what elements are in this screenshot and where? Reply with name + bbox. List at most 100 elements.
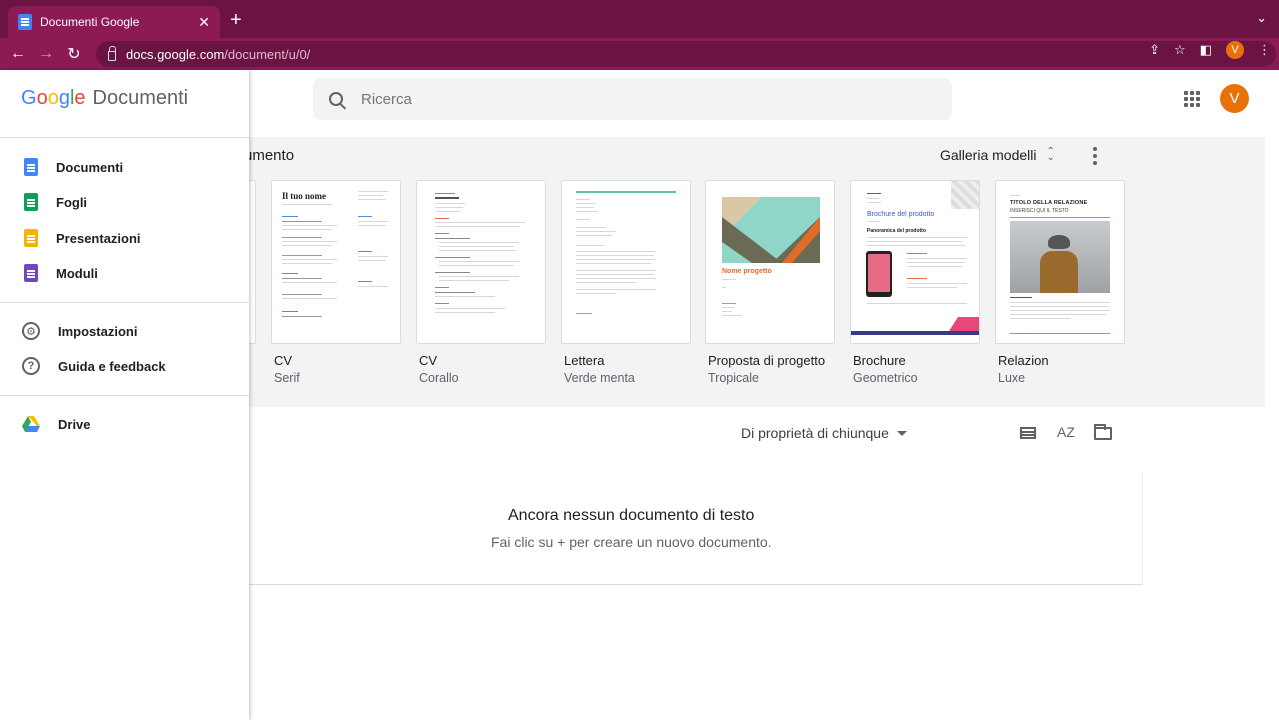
- chrome-menu-icon[interactable]: ⋮: [1258, 42, 1271, 58]
- reload-icon[interactable]: ↻: [60, 40, 88, 68]
- product-name: Documenti: [92, 87, 189, 109]
- address-bar[interactable]: docs.google.com/document/u/0/: [96, 41, 1276, 67]
- template-thumbnail: [416, 180, 546, 344]
- gear-icon: ⚙: [22, 322, 40, 340]
- template-lettera[interactable]: Lettera Verde menta: [561, 180, 691, 385]
- thumb-report-sub: INSERISCI QUI IL TESTO: [1010, 208, 1069, 214]
- drawer-item-label: Moduli: [56, 265, 98, 281]
- template-name: Brochure: [853, 353, 906, 368]
- template-name: CV: [419, 353, 438, 368]
- drawer-item-label: Drive: [58, 416, 91, 432]
- template-cv-serif[interactable]: Il tuo nome CV Serif: [271, 180, 401, 385]
- toolbar-actions: ⇪ ☆ ◧ V ⋮: [1149, 41, 1271, 59]
- google-apps-icon[interactable]: [1184, 91, 1200, 107]
- gallery-label: Galleria modelli: [940, 147, 1037, 163]
- browser-toolbar: ← → ↻ docs.google.com/document/u/0/ ⇪ ☆ …: [0, 38, 1279, 70]
- thumb-brochure-title: Brochure del prodotto: [867, 211, 935, 218]
- template-style: Tropicale: [708, 371, 759, 385]
- tab-search-chevron-icon[interactable]: ⌄: [1256, 10, 1267, 26]
- browser-tab[interactable]: Documenti Google ✕: [8, 6, 220, 38]
- thumb-name-text: Il tuo nome: [282, 191, 327, 201]
- dropdown-caret-icon: [896, 430, 907, 436]
- template-style: Geometrico: [853, 371, 918, 385]
- new-tab-icon[interactable]: +: [230, 8, 242, 32]
- sheets-app-icon: [24, 193, 38, 211]
- thumb-report-title: TITOLO DELLA RELAZIONE: [1010, 200, 1088, 206]
- thumb-tropical-art: [722, 197, 820, 263]
- drawer-divider: [0, 302, 249, 303]
- lock-icon[interactable]: [108, 46, 116, 61]
- drawer-item-label: Documenti: [56, 159, 124, 175]
- docs-app-icon: [24, 158, 38, 176]
- account-avatar[interactable]: V: [1220, 84, 1249, 113]
- template-thumbnail: Nome progetto: [705, 180, 835, 344]
- more-options-icon[interactable]: [1093, 147, 1097, 165]
- search-input[interactable]: [361, 90, 921, 108]
- url-host: docs.google.com: [126, 46, 225, 62]
- share-icon[interactable]: ⇪: [1149, 42, 1160, 58]
- template-style: Corallo: [419, 371, 459, 385]
- template-proposta[interactable]: Nome progetto Proposta di progetto Tropi…: [705, 180, 835, 385]
- search-bar[interactable]: [313, 78, 952, 120]
- drawer-item-drive[interactable]: Drive: [0, 407, 249, 441]
- unfold-icon: ⌃ ⌄: [1046, 146, 1055, 163]
- chrome-profile-avatar[interactable]: V: [1226, 41, 1244, 59]
- template-cv-corallo[interactable]: CV Corallo: [416, 180, 546, 385]
- drawer-divider: [0, 137, 249, 138]
- drawer-item-label: Impostazioni: [58, 323, 138, 339]
- empty-state-subtitle: Fai clic su + per creare un nuovo docume…: [491, 534, 772, 550]
- template-gallery-button[interactable]: Galleria modelli ⌃ ⌄: [940, 146, 1055, 164]
- template-brochure[interactable]: Brochure del prodotto Panoramica del pro…: [850, 180, 980, 385]
- template-style: Serif: [274, 371, 300, 385]
- drawer-divider: [0, 395, 249, 396]
- google-docs-logo[interactable]: Google Documenti: [21, 87, 188, 110]
- thumb-phone: [866, 251, 892, 297]
- tab-title: Documenti Google: [40, 15, 140, 29]
- drawer-item-fogli[interactable]: Fogli: [0, 185, 249, 219]
- forward-icon[interactable]: →: [32, 40, 60, 68]
- template-name: Lettera: [564, 353, 605, 368]
- template-name: Relazion: [998, 353, 1049, 368]
- template-relazione[interactable]: TITOLO DELLA RELAZIONE INSERISCI QUI IL …: [995, 180, 1125, 385]
- template-style: Luxe: [998, 371, 1026, 385]
- drawer-item-impostazioni[interactable]: ⚙ Impostazioni: [0, 314, 249, 348]
- search-icon[interactable]: [329, 92, 343, 106]
- templates-heading: umento: [244, 147, 295, 164]
- sort-az-icon[interactable]: AZ: [1057, 424, 1075, 440]
- owner-filter-dropdown[interactable]: Di proprietà di chiunque: [741, 425, 907, 441]
- drive-icon: [22, 416, 40, 432]
- empty-state-title: Ancora nessun documento di testo: [508, 507, 755, 524]
- template-name: CV: [274, 353, 293, 368]
- drawer-item-moduli[interactable]: Moduli: [0, 256, 249, 290]
- template-style: Verde menta: [564, 371, 635, 385]
- template-thumbnail: Brochure del prodotto Panoramica del pro…: [850, 180, 980, 344]
- template-thumbnail: Il tuo nome: [271, 180, 401, 344]
- template-thumbnail: [561, 180, 691, 344]
- navigation-drawer: Google Documenti Documenti Fogli Present…: [0, 70, 249, 720]
- bookmark-star-icon[interactable]: ☆: [1174, 42, 1186, 58]
- thumb-geometric-corner: [951, 181, 979, 209]
- browser-tab-bar: Documenti Google ✕ + ⌄: [0, 0, 1279, 38]
- docs-favicon-icon: [18, 14, 32, 30]
- drawer-item-label: Fogli: [56, 194, 88, 210]
- url-path: /document/u/0/: [224, 46, 311, 62]
- folder-picker-icon[interactable]: [1094, 424, 1112, 440]
- thumb-report-photo: [1010, 221, 1110, 293]
- thumb-brochure-sub: Panoramica del prodotto: [867, 228, 926, 234]
- template-name: Proposta di progetto: [708, 353, 826, 368]
- drawer-item-documenti[interactable]: Documenti: [0, 150, 249, 184]
- list-view-icon[interactable]: [1020, 427, 1036, 439]
- slides-app-icon: [24, 229, 38, 247]
- drawer-item-presentazioni[interactable]: Presentazioni: [0, 221, 249, 255]
- help-icon: ?: [22, 357, 40, 375]
- template-thumbnail: TITOLO DELLA RELAZIONE INSERISCI QUI IL …: [995, 180, 1125, 344]
- side-panel-icon[interactable]: ◧: [1200, 42, 1212, 58]
- drawer-item-guida[interactable]: ? Guida e feedback: [0, 349, 249, 383]
- tab-close-icon[interactable]: ✕: [198, 14, 210, 31]
- drawer-item-label: Guida e feedback: [58, 358, 166, 374]
- back-icon[interactable]: ←: [4, 40, 32, 68]
- owner-filter-label: Di proprietà di chiunque: [741, 425, 889, 441]
- drawer-item-label: Presentazioni: [56, 230, 141, 246]
- forms-app-icon: [24, 264, 38, 282]
- thumb-project-name: Nome progetto: [722, 268, 772, 275]
